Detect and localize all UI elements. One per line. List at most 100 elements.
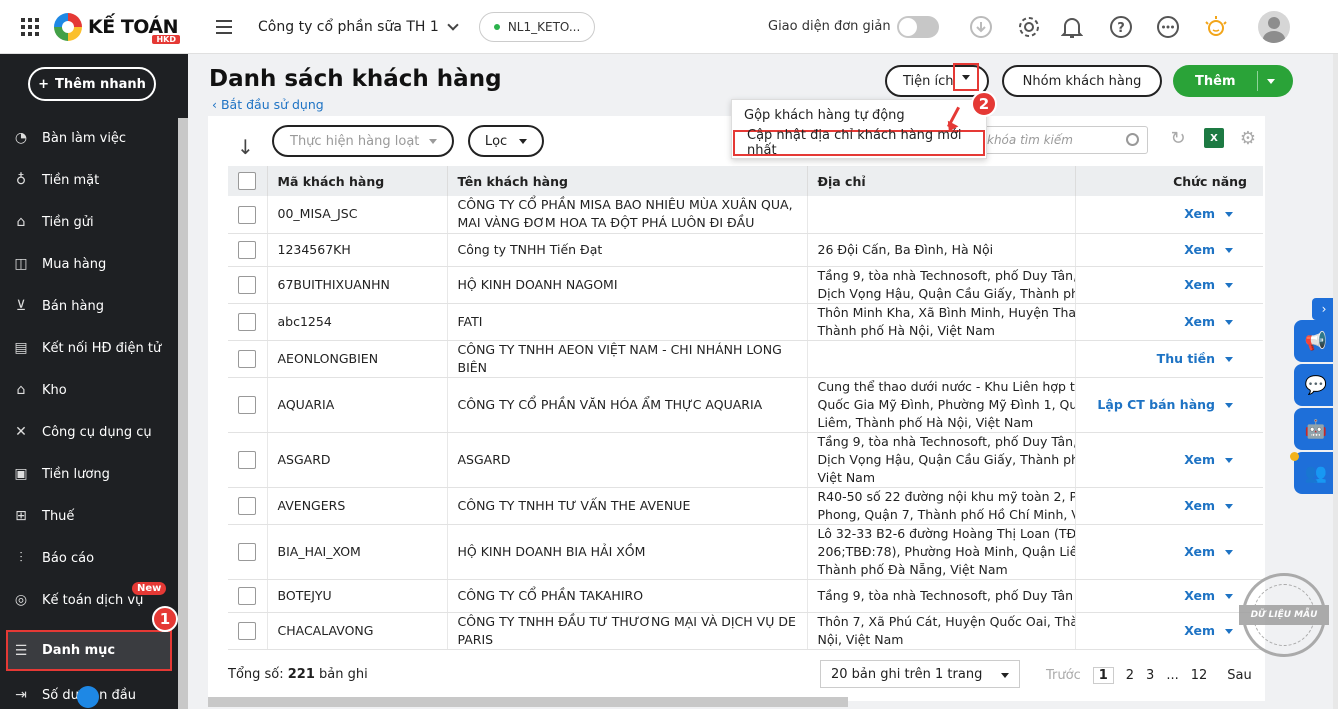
sidebar-scrollbar[interactable] (178, 118, 188, 709)
notification-bell-icon[interactable] (1059, 14, 1085, 40)
sidebar-item-catalog[interactable]: ☰ Danh mục (6, 630, 172, 671)
table-row[interactable]: abc1254 FATI Thôn Minh Kha, Xã Bình Minh, … (228, 303, 1263, 341)
menu-toggle-icon[interactable] (216, 19, 233, 34)
quick-add-button[interactable]: + Thêm nhanh (28, 67, 156, 101)
row-checkbox[interactable] (238, 586, 256, 605)
row-checkbox[interactable] (238, 395, 256, 414)
prev-page-button[interactable]: Trước (1046, 668, 1081, 683)
table-row[interactable]: AEONLONGBIEN CÔNG TY TNHH AEON VIỆT NAM -… (228, 340, 1263, 378)
page-1-button[interactable]: 1 (1092, 667, 1114, 684)
customer-groups-button[interactable]: Nhóm khách hàng (1002, 65, 1162, 97)
app-grid-icon[interactable] (20, 17, 40, 37)
refresh-icon[interactable]: ↻ (1166, 126, 1190, 150)
caret-down-icon[interactable] (1225, 593, 1233, 599)
table-row[interactable]: AVENGERS CÔNG TY TNHH TƯ VẤN THE AVENUE R4… (228, 487, 1263, 525)
table-row[interactable]: ASGARD ASGARD Tầng 9, tòa nhà Technosoft, … (228, 432, 1263, 488)
table-row[interactable]: 1234567KH Công ty TNHH Tiến Đạt 26 Đội Cấn… (228, 233, 1263, 267)
row-checkbox[interactable] (238, 542, 256, 561)
caret-down-icon[interactable] (1225, 319, 1233, 325)
row-checkbox[interactable] (238, 496, 256, 515)
row-action-link[interactable]: Xem (1184, 242, 1215, 257)
table-row[interactable]: BIA_HAI_XOM HỘ KINH DOANH BIA HẢI XỒM Lô 3… (228, 524, 1263, 580)
sidebar-item-warehouse[interactable]: ⌂ Kho (12, 373, 172, 407)
search-icon[interactable] (1126, 133, 1139, 146)
sidebar-item-purchase[interactable]: ◫ Mua hàng (12, 247, 172, 281)
page-scrollbar[interactable] (1333, 54, 1338, 709)
table-row[interactable]: AQUARIA CÔNG TY CỔ PHẦN VĂN HÓA ẨM THỰC A… (228, 377, 1263, 433)
announcement-megaphone-icon[interactable]: 📢 (1294, 320, 1338, 362)
row-action-link[interactable]: Xem (1184, 277, 1215, 292)
menu-item-update-address[interactable]: Cập nhật địa chỉ khách hàng mới nhất (733, 128, 985, 158)
horizontal-scrollbar[interactable] (208, 697, 848, 707)
search-input[interactable]: khóa tìm kiếm (978, 126, 1148, 154)
table-row[interactable]: CHACALAVONG CÔNG TY TNHH ĐẦU TƯ THƯƠNG MẠ… (228, 612, 1263, 650)
sidebar-item-payroll[interactable]: ▣ Tiền lương (12, 457, 172, 491)
more-options-icon[interactable] (1155, 14, 1181, 40)
row-checkbox[interactable] (238, 349, 256, 368)
caret-down-icon[interactable] (1225, 212, 1233, 218)
add-customer-button[interactable]: Thêm (1173, 65, 1293, 97)
column-header-code[interactable]: Mã khách hàng (267, 166, 448, 196)
caret-down-icon[interactable] (1225, 503, 1233, 509)
caret-down-icon[interactable] (1225, 457, 1233, 463)
user-avatar[interactable] (1258, 11, 1290, 43)
row-action-link[interactable]: Xem (1184, 314, 1215, 329)
download-icon[interactable] (968, 14, 994, 40)
column-settings-gear-icon[interactable]: ⚙ (1236, 126, 1260, 150)
caret-down-icon[interactable] (1225, 282, 1233, 288)
sidebar-item-reports[interactable]: ⫶ Báo cáo (12, 541, 172, 575)
column-header-name[interactable]: Tên khách hàng (447, 166, 808, 196)
row-action-link[interactable]: Lập CT bán hàng (1097, 397, 1215, 412)
row-checkbox[interactable] (238, 275, 256, 294)
brand-logo[interactable]: KẾ TOÁN HKD (54, 7, 181, 47)
table-row[interactable]: 00_MISA_JSC CÔNG TY CỔ PHẦN MISA BAO NHIÊ… (228, 196, 1263, 234)
sidebar-item-dashboard[interactable]: ◔ Bàn làm việc (12, 121, 172, 155)
sidebar-item-cash[interactable]: ♁ Tiền mặt (12, 163, 172, 197)
row-action-link[interactable]: Thu tiền (1157, 351, 1215, 366)
database-selector[interactable]: NL1_KETO... (478, 11, 596, 42)
batch-action-button[interactable]: Thực hiện hàng loạt (272, 125, 454, 157)
sidebar-item-einvoice[interactable]: ▤ Kết nối HĐ điện tử (12, 331, 172, 365)
community-icon[interactable]: 👥 (1294, 452, 1338, 494)
page-size-select[interactable]: 20 bản ghi trên 1 trang (820, 660, 1020, 688)
row-checkbox[interactable] (238, 621, 256, 640)
get-started-link[interactable]: ‹ Bắt đầu sử dụng (212, 97, 324, 112)
page-3-button[interactable]: 3 (1146, 668, 1154, 683)
caret-down-icon[interactable] (1225, 356, 1233, 362)
row-action-link[interactable]: Xem (1184, 588, 1215, 603)
scroll-up-icon[interactable] (77, 686, 99, 708)
row-action-link[interactable]: Xem (1184, 452, 1215, 467)
row-checkbox[interactable] (238, 240, 256, 259)
row-action-link[interactable]: Xem (1184, 498, 1215, 513)
settings-gear-icon[interactable] (1016, 14, 1042, 40)
table-row[interactable]: 67BUITHIXUANHN HỘ KINH DOANH NAGOMI Tầng 9… (228, 266, 1263, 304)
row-action-link[interactable]: Xem (1184, 544, 1215, 559)
excel-export-icon[interactable]: X (1202, 126, 1226, 150)
page-2-button[interactable]: 2 (1126, 668, 1134, 683)
next-page-button[interactable]: Sau (1227, 668, 1251, 683)
page-12-button[interactable]: 12 (1191, 668, 1208, 683)
company-selector[interactable]: Công ty cổ phần sữa TH 1 (258, 19, 459, 35)
caret-down-icon[interactable] (1225, 247, 1233, 253)
mood-sun-icon[interactable] (1203, 14, 1229, 40)
simple-mode-toggle[interactable] (897, 16, 939, 38)
sort-arrow-icon[interactable]: ↓ (237, 135, 254, 159)
caret-down-icon[interactable] (1225, 549, 1233, 555)
column-header-address[interactable]: Địa chỉ (807, 166, 1076, 196)
utilities-dropdown-toggle[interactable] (953, 63, 979, 91)
caret-down-icon[interactable] (1267, 79, 1275, 84)
assistant-bot-icon[interactable]: 🤖 (1294, 408, 1338, 450)
table-row[interactable]: BOTEJYU CÔNG TY CỔ PHẦN TAKAHIRO Tầng 9, t… (228, 579, 1263, 613)
row-checkbox[interactable] (238, 312, 256, 331)
help-icon[interactable]: ? (1108, 14, 1134, 40)
caret-down-icon[interactable] (1225, 628, 1233, 634)
chat-bubble-icon[interactable]: 💬 (1294, 364, 1338, 406)
sidebar-item-tax[interactable]: ⊞ Thuế (12, 499, 172, 533)
row-checkbox[interactable] (238, 205, 256, 224)
sidebar-item-sales[interactable]: ⊻ Bán hàng (12, 289, 172, 323)
row-action-link[interactable]: Xem (1184, 623, 1215, 638)
filter-button[interactable]: Lọc (468, 125, 544, 157)
select-all-checkbox[interactable] (238, 172, 256, 190)
row-action-link[interactable]: Xem (1184, 206, 1215, 221)
sidebar-item-deposit[interactable]: ⌂ Tiền gửi (12, 205, 172, 239)
